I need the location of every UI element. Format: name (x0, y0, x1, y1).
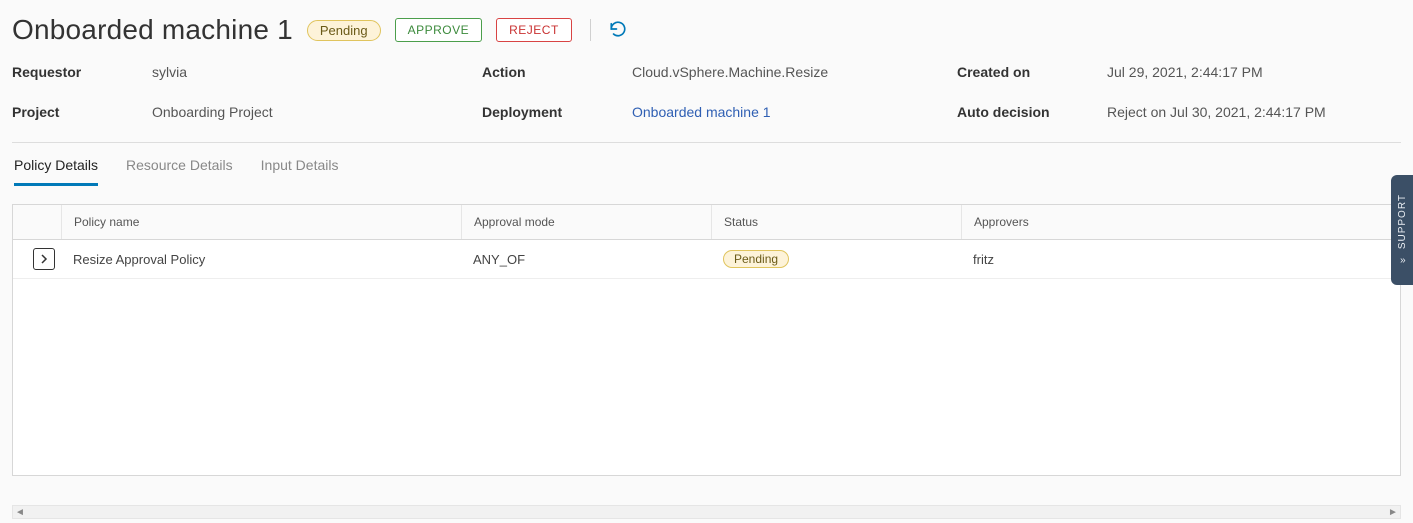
status-badge: Pending (307, 20, 381, 41)
cell-approval-mode: ANY_OF (461, 244, 711, 275)
divider (12, 142, 1401, 143)
cell-approvers: fritz (961, 244, 1400, 275)
support-tab[interactable]: SUPPORT « (1391, 175, 1413, 285)
support-label: SUPPORT (1397, 194, 1408, 249)
table-row: Resize Approval Policy ANY_OF Pending fr… (13, 240, 1400, 279)
reject-button[interactable]: REJECT (496, 18, 572, 42)
deployment-label: Deployment (482, 104, 632, 120)
project-label: Project (12, 104, 152, 120)
tab-input-details[interactable]: Input Details (261, 153, 339, 186)
tab-resource-details[interactable]: Resource Details (126, 153, 233, 186)
col-expander (13, 205, 61, 239)
autodecision-label: Auto decision (957, 104, 1107, 120)
approve-button[interactable]: APPROVE (395, 18, 483, 42)
action-label: Action (482, 64, 632, 80)
scroll-right-icon[interactable]: ► (1386, 506, 1400, 518)
status-badge: Pending (723, 250, 789, 268)
cell-status: Pending (711, 242, 961, 276)
refresh-button[interactable] (609, 20, 627, 41)
table-header: Policy name Approval mode Status Approve… (13, 205, 1400, 240)
requestor-label: Requestor (12, 64, 152, 80)
divider (590, 19, 591, 41)
tab-policy-details[interactable]: Policy Details (14, 153, 98, 186)
chevron-right-icon (39, 254, 49, 264)
expand-row-button[interactable] (33, 248, 55, 270)
cell-policy-name: Resize Approval Policy (61, 244, 461, 275)
chevron-up-icon: « (1399, 255, 1406, 266)
requestor-value: sylvia (152, 64, 482, 80)
refresh-icon (609, 20, 627, 38)
col-approval-mode[interactable]: Approval mode (461, 205, 711, 239)
deployment-link[interactable]: Onboarded machine 1 (632, 104, 957, 120)
meta-grid: Requestor sylvia Action Cloud.vSphere.Ma… (12, 64, 1401, 120)
project-value: Onboarding Project (152, 104, 482, 120)
action-value: Cloud.vSphere.Machine.Resize (632, 64, 957, 80)
autodecision-value: Reject on Jul 30, 2021, 2:44:17 PM (1107, 104, 1401, 120)
col-status[interactable]: Status (711, 205, 961, 239)
policy-table: Policy name Approval mode Status Approve… (12, 204, 1401, 476)
tabs: Policy Details Resource Details Input De… (12, 147, 1401, 186)
horizontal-scrollbar[interactable]: ◄ ► (12, 505, 1401, 519)
scroll-left-icon[interactable]: ◄ (13, 506, 27, 518)
title-row: Onboarded machine 1 Pending APPROVE REJE… (12, 14, 1401, 46)
created-value: Jul 29, 2021, 2:44:17 PM (1107, 64, 1401, 80)
col-approvers[interactable]: Approvers (961, 205, 1400, 239)
created-label: Created on (957, 64, 1107, 80)
col-policy-name[interactable]: Policy name (61, 205, 461, 239)
page-title: Onboarded machine 1 (12, 14, 293, 46)
